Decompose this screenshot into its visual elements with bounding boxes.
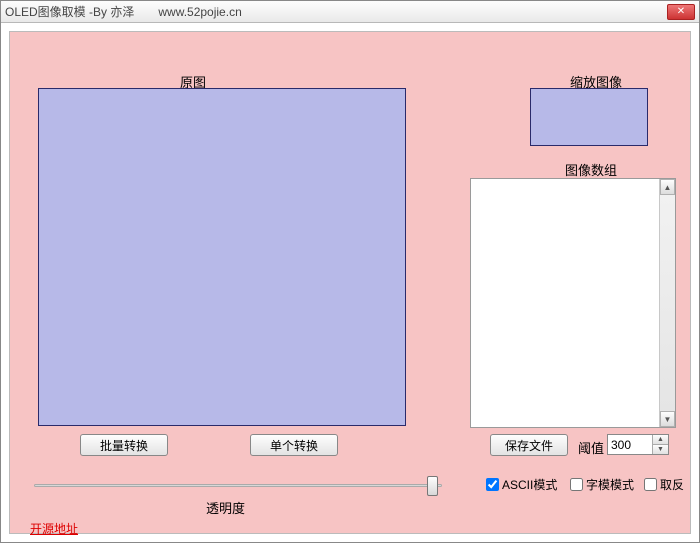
opensource-link[interactable]: 开源地址 bbox=[30, 520, 78, 537]
spin-up-icon[interactable]: ▲ bbox=[653, 435, 668, 445]
ascii-mode-label: ASCII模式 bbox=[502, 476, 557, 493]
array-scrollbar[interactable]: ▲ ▼ bbox=[659, 179, 675, 427]
invert-input[interactable] bbox=[644, 478, 657, 491]
opacity-slider[interactable] bbox=[34, 474, 442, 498]
original-image-box[interactable] bbox=[38, 88, 406, 426]
font-mode-input[interactable] bbox=[570, 478, 583, 491]
invert-checkbox[interactable]: 取反 bbox=[644, 476, 684, 493]
slider-thumb[interactable] bbox=[427, 476, 438, 496]
slider-track bbox=[34, 484, 442, 487]
close-icon[interactable]: ✕ bbox=[667, 4, 695, 20]
threshold-label: 阈值 bbox=[578, 438, 604, 457]
main-panel: 原图 缩放图像 图像数组 ▲ ▼ 批量转换 单个转换 保存文件 阈值 ▲ ▼ bbox=[9, 31, 691, 534]
ascii-mode-checkbox[interactable]: ASCII模式 bbox=[486, 476, 557, 493]
save-file-button[interactable]: 保存文件 bbox=[490, 434, 568, 456]
spin-down-icon[interactable]: ▼ bbox=[653, 445, 668, 454]
client-area: 原图 缩放图像 图像数组 ▲ ▼ 批量转换 单个转换 保存文件 阈值 ▲ ▼ bbox=[1, 23, 699, 542]
image-array-textbox[interactable]: ▲ ▼ bbox=[470, 178, 676, 428]
scroll-down-icon[interactable]: ▼ bbox=[660, 411, 675, 427]
font-mode-checkbox[interactable]: 字模模式 bbox=[570, 476, 634, 493]
threshold-spinner[interactable]: ▲ ▼ bbox=[607, 434, 669, 455]
font-mode-label: 字模模式 bbox=[586, 476, 634, 493]
single-convert-button[interactable]: 单个转换 bbox=[250, 434, 338, 456]
window-title: OLED图像取模 -By 亦泽 bbox=[5, 3, 134, 20]
ascii-mode-input[interactable] bbox=[486, 478, 499, 491]
window-url: www.52pojie.cn bbox=[158, 5, 667, 19]
invert-label: 取反 bbox=[660, 476, 684, 493]
batch-convert-button[interactable]: 批量转换 bbox=[80, 434, 168, 456]
opacity-label: 透明度 bbox=[206, 498, 245, 517]
title-bar[interactable]: OLED图像取模 -By 亦泽 www.52pojie.cn ✕ bbox=[1, 1, 699, 23]
image-array-label: 图像数组 bbox=[565, 160, 617, 179]
scaled-image-box bbox=[530, 88, 648, 146]
threshold-input[interactable] bbox=[608, 435, 652, 454]
app-window: OLED图像取模 -By 亦泽 www.52pojie.cn ✕ 原图 缩放图像… bbox=[0, 0, 700, 543]
scroll-up-icon[interactable]: ▲ bbox=[660, 179, 675, 195]
